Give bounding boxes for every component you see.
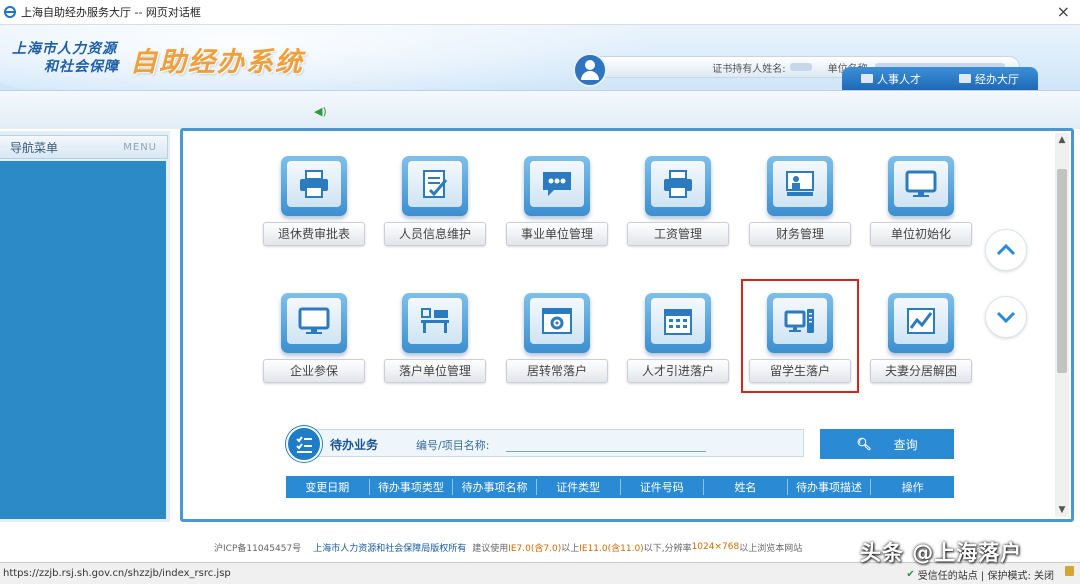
status-url: https://zzjb.rsj.sh.gov.cn/shzzjb/index_… bbox=[3, 568, 231, 579]
tile-label: 落户单位管理 bbox=[384, 359, 486, 383]
column-header: 证件类型 bbox=[537, 479, 621, 495]
ie-icon bbox=[4, 6, 16, 18]
column-header: 证件号码 bbox=[621, 479, 705, 495]
vertical-scrollbar[interactable]: ▲ ▼ bbox=[1055, 133, 1069, 517]
sidebar-menu-label: MENU bbox=[123, 141, 157, 153]
scroll-down-arrow-icon[interactable]: ▼ bbox=[1056, 505, 1068, 515]
tile-settlement-unit-mgmt[interactable]: 落户单位管理 bbox=[384, 293, 488, 385]
resolution-value: 1024×768 bbox=[691, 542, 740, 552]
tile-residence-to-hukou[interactable]: 居转常落户 bbox=[506, 293, 610, 385]
printer-icon bbox=[300, 170, 328, 198]
todo-search-bar: 待办业务 编号/项目名称: 🔍︎ 查询 bbox=[286, 424, 954, 462]
user-avatar-icon bbox=[573, 53, 607, 87]
tile-label: 财务管理 bbox=[749, 222, 851, 246]
monitor-icon bbox=[298, 307, 330, 334]
desk-icon bbox=[421, 308, 449, 333]
nav-hr-talent-label: 人事人才 bbox=[877, 72, 921, 86]
tile-retirement-approval[interactable]: 退休费审批表 bbox=[263, 156, 367, 248]
speaker-icon: ◀) bbox=[314, 105, 327, 118]
cert-holder-label: 证书持有人姓名: bbox=[712, 63, 786, 75]
tile-talent-intro-hukou[interactable]: 人才引进落户 bbox=[627, 293, 731, 385]
monitor-icon bbox=[861, 74, 873, 83]
todo-search-input[interactable] bbox=[506, 451, 706, 452]
lock-icon bbox=[1065, 566, 1074, 576]
checklist-icon bbox=[286, 426, 322, 462]
browser-suggest-text: 建议使用 bbox=[472, 543, 509, 554]
tile-label: 事业单位管理 bbox=[506, 222, 608, 246]
browser-ie7: IE7.0(含7.0) bbox=[508, 543, 562, 554]
tile-unit-init[interactable]: 单位初始化 bbox=[870, 156, 974, 248]
logo-text-line2: 和社会保障 bbox=[44, 59, 119, 75]
tile-label: 人员信息维护 bbox=[384, 222, 486, 246]
page-down-button[interactable] bbox=[985, 296, 1027, 338]
chart-icon bbox=[907, 308, 935, 334]
tile-label: 工资管理 bbox=[627, 222, 729, 246]
system-title: 自助经办系统 bbox=[130, 47, 304, 78]
sidebar-title: 导航菜单 bbox=[10, 140, 59, 155]
todo-bar-bg bbox=[304, 429, 804, 457]
todo-title: 待办业务 bbox=[330, 438, 379, 452]
search-button[interactable]: 🔍︎ 查询 bbox=[820, 429, 954, 459]
column-header: 待办事项名称 bbox=[453, 479, 537, 495]
logo-text-line1: 上海市人力资源 bbox=[12, 41, 117, 57]
browser-above-text: 以上 bbox=[561, 543, 580, 554]
building-icon bbox=[959, 74, 971, 83]
tile-enterprise-insurance[interactable]: 企业参保 bbox=[263, 293, 367, 385]
presentation-icon bbox=[786, 171, 814, 196]
tile-personnel-info[interactable]: 人员信息维护 bbox=[384, 156, 488, 248]
search-button-label: 查询 bbox=[893, 437, 918, 452]
close-icon[interactable]: × bbox=[1057, 2, 1070, 21]
top-nav: 人事人才 经办大厅 bbox=[842, 67, 1038, 90]
page-up-button[interactable] bbox=[985, 229, 1027, 271]
todo-search-label: 编号/项目名称: bbox=[416, 439, 490, 452]
search-icon: 🔍︎ bbox=[856, 437, 872, 451]
trusted-site-text: 受信任的站点 | 保护模式: 关闭 bbox=[917, 571, 1054, 582]
nav-service-hall-label: 经办大厅 bbox=[975, 72, 1019, 86]
settings-window-icon bbox=[542, 308, 572, 334]
tile-label: 居转常落户 bbox=[506, 359, 608, 383]
tile-label: 退休费审批表 bbox=[263, 222, 365, 246]
checkmark-icon: ✔ bbox=[906, 569, 915, 580]
sidebar-body bbox=[0, 161, 166, 519]
tile-finance-mgmt[interactable]: 财务管理 bbox=[749, 156, 853, 248]
chevron-down-icon bbox=[996, 311, 1016, 324]
scroll-thumb[interactable] bbox=[1057, 169, 1067, 373]
tile-salary-mgmt[interactable]: 工资管理 bbox=[627, 156, 731, 248]
window-title: 上海自助经办服务大厅 -- 网页对话框 bbox=[21, 6, 201, 19]
window-titlebar: 上海自助经办服务大厅 -- 网页对话框 × bbox=[0, 0, 1080, 25]
column-header: 操作 bbox=[901, 481, 924, 494]
chevron-up-icon bbox=[996, 243, 1016, 256]
scroll-up-arrow-icon[interactable]: ▲ bbox=[1056, 135, 1068, 145]
sidebar: 导航菜单 MENU bbox=[0, 131, 170, 522]
resolution-prefix: 以下,分辨率 bbox=[643, 543, 692, 554]
nav-hr-talent[interactable]: 人事人才 bbox=[861, 71, 921, 87]
tile-label: 单位初始化 bbox=[870, 222, 972, 246]
notice-bar: ◀) bbox=[0, 90, 1080, 129]
tile-spouse-separation[interactable]: 夫妻分居解困 bbox=[870, 293, 974, 385]
highlight-box bbox=[741, 279, 859, 393]
column-header: 待办事项描述 bbox=[788, 479, 872, 495]
document-edit-icon bbox=[423, 170, 448, 198]
cert-holder-value-redacted bbox=[789, 63, 812, 71]
chat-bubble-icon bbox=[543, 172, 571, 196]
column-header: 姓名 bbox=[704, 479, 788, 495]
column-header: 待办事项类型 bbox=[370, 479, 454, 495]
watermark: 头条 @上海落户 bbox=[860, 541, 1023, 565]
todo-table-header: 变更日期 待办事项类型 待办事项名称 证件类型 证件号码 姓名 待办事项描述 操… bbox=[286, 476, 954, 498]
nav-service-hall[interactable]: 经办大厅 bbox=[959, 71, 1019, 87]
monitor-icon bbox=[905, 170, 937, 197]
copyright-text: 上海市人力资源和社会保障局版权所有 bbox=[313, 543, 467, 554]
browser-ie11: IE11.0(含11.0) bbox=[579, 543, 644, 554]
icp-number: 沪ICP备11045457号 bbox=[214, 543, 302, 554]
resolution-suffix: 以上浏览本网站 bbox=[739, 543, 803, 554]
tile-label: 企业参保 bbox=[263, 359, 365, 383]
calendar-icon bbox=[664, 309, 692, 335]
tile-institution-mgmt[interactable]: 事业单位管理 bbox=[506, 156, 610, 248]
column-header: 变更日期 bbox=[286, 479, 370, 495]
tile-label: 人才引进落户 bbox=[627, 359, 729, 383]
sidebar-header: 导航菜单 MENU bbox=[0, 135, 168, 159]
printer-icon bbox=[664, 170, 692, 198]
tile-label: 夫妻分居解困 bbox=[870, 359, 972, 383]
